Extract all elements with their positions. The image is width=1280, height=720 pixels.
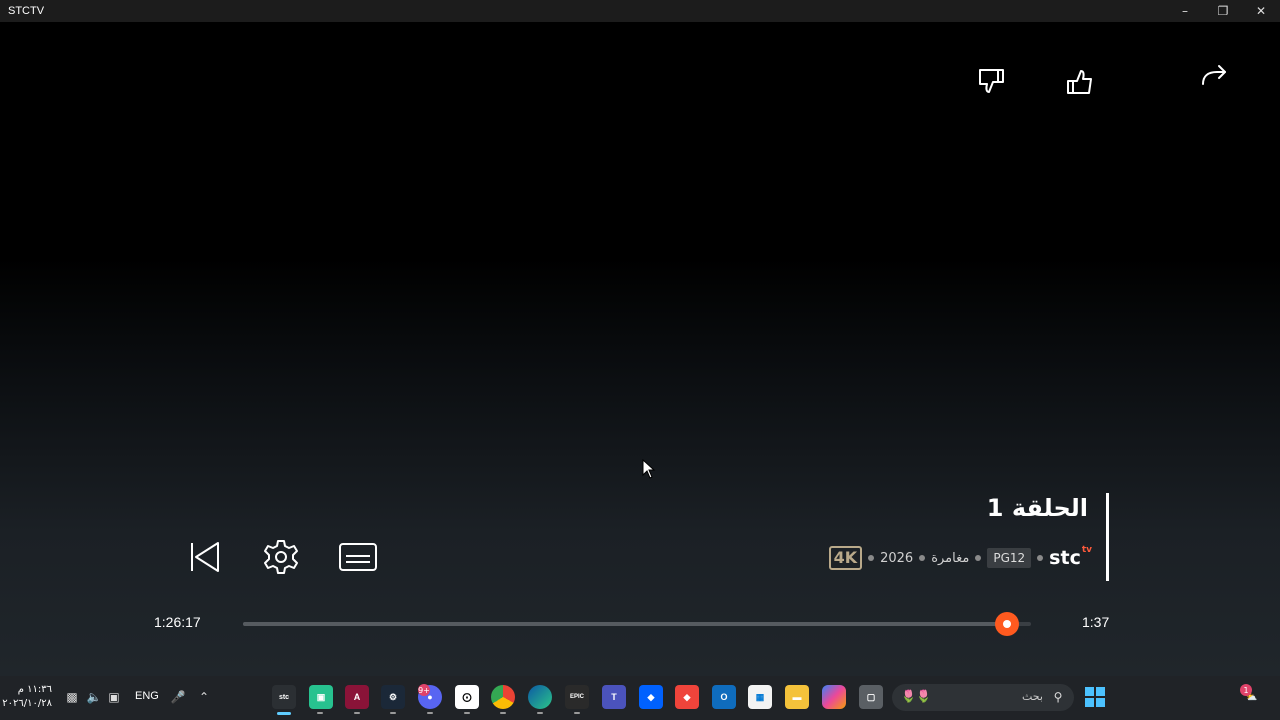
minimize-button[interactable]: –: [1166, 0, 1204, 22]
running-indicator: [537, 712, 543, 714]
age-rating-badge: PG12: [987, 548, 1032, 568]
mouse-cursor-icon: [642, 458, 656, 483]
search-icon: ⚲: [1053, 690, 1063, 704]
progress-fill: [243, 622, 1008, 626]
epic-games-taskbar-icon[interactable]: EPIC: [565, 685, 589, 709]
affinity-taskbar-icon[interactable]: A: [345, 685, 369, 709]
running-indicator: [500, 712, 506, 714]
minimize-icon: –: [1182, 4, 1188, 18]
running-indicator: [574, 712, 580, 714]
stctv-logo: stc tv: [1049, 545, 1092, 569]
restore-icon: ❐: [1217, 4, 1229, 18]
discord-badge: 9+: [418, 684, 430, 696]
close-button[interactable]: ✕: [1242, 0, 1280, 22]
dropbox-taskbar-icon[interactable]: ◆: [639, 685, 663, 709]
clock-date: ٢٠٢٦/١٠/٢٨: [2, 698, 52, 709]
title-bar: STCTV – ❐ ✕: [0, 0, 1280, 22]
file-explorer-taskbar-icon[interactable]: ▬: [785, 685, 809, 709]
copilot-taskbar-icon[interactable]: [822, 685, 846, 709]
meta-separator: [919, 555, 926, 561]
steam-taskbar-icon[interactable]: ⚙: [381, 685, 405, 709]
microphone-icon[interactable]: 🎤: [170, 689, 186, 705]
network-icon[interactable]: ▣: [106, 689, 122, 705]
year-label: 2026: [880, 550, 914, 566]
anydesk-taskbar-icon[interactable]: ◆: [675, 685, 699, 709]
tulips-icon: 🌷🌷: [901, 689, 931, 703]
outlook-taskbar-icon[interactable]: O: [712, 685, 736, 709]
restore-button[interactable]: ❐: [1204, 0, 1242, 22]
windows-start-icon[interactable]: [1083, 685, 1107, 709]
running-indicator: [390, 712, 396, 714]
share-icon: [1202, 65, 1226, 85]
subtitles-button[interactable]: [336, 535, 380, 579]
language-indicator[interactable]: ENG: [135, 690, 159, 702]
tray-clock[interactable]: ١١:٣٦ م ٢٠٢٦/١٠/٢٨: [2, 683, 52, 711]
notification-badge: 1: [1240, 684, 1252, 696]
capcut-taskbar-icon[interactable]: ⨀: [455, 685, 479, 709]
chrome-taskbar-icon[interactable]: [491, 685, 515, 709]
logo-tv: tv: [1081, 545, 1092, 555]
battery-icon[interactable]: ▩: [64, 689, 80, 705]
chevron-up-icon[interactable]: ⌃: [196, 689, 212, 705]
teams-taskbar-icon[interactable]: T: [602, 685, 626, 709]
previous-episode-icon: [191, 542, 219, 572]
search-placeholder: بحث: [1022, 690, 1043, 703]
episode-title: الحلقة 1: [986, 494, 1088, 522]
dislike-button[interactable]: [971, 61, 1011, 101]
clock-time: ١١:٣٦ م: [17, 684, 52, 695]
genre-label: مغامرة: [931, 550, 970, 566]
meta-separator: [1037, 555, 1044, 561]
meta-separator: [975, 555, 982, 561]
remaining-time: 1:37: [1082, 614, 1110, 630]
app-taskbar-icon[interactable]: ▣: [309, 685, 333, 709]
settings-button[interactable]: [259, 535, 303, 579]
app-title: STCTV: [8, 5, 45, 17]
progress-track[interactable]: [243, 622, 1031, 626]
share-button[interactable]: [1194, 55, 1234, 95]
previous-episode-button[interactable]: [182, 535, 226, 579]
logo-text: stc: [1049, 547, 1081, 569]
meta-separator: [868, 555, 875, 561]
dislike-icon: [979, 69, 1004, 93]
active-app-indicator: [277, 712, 291, 715]
like-button[interactable]: [1060, 62, 1100, 102]
windows-sandbox-taskbar-icon[interactable]: ▢: [859, 685, 883, 709]
elapsed-time: 1:26:17: [154, 614, 201, 630]
running-indicator: [427, 712, 433, 714]
subtitles-icon: [339, 543, 377, 571]
edge-taskbar-icon[interactable]: [528, 685, 552, 709]
settings-icon: [264, 540, 298, 574]
info-divider: [1106, 493, 1109, 581]
running-indicator: [354, 712, 360, 714]
like-icon: [1067, 70, 1092, 94]
quality-badge: 4K: [828, 546, 863, 570]
running-indicator: [464, 712, 470, 714]
close-icon: ✕: [1255, 4, 1267, 18]
store-taskbar-icon[interactable]: ▦: [748, 685, 772, 709]
volume-icon[interactable]: 🔈: [86, 689, 102, 705]
window-controls: – ❐ ✕: [1166, 0, 1280, 22]
episode-meta: stc tv PG12 مغامرة 2026 4K: [828, 544, 1092, 572]
running-indicator: [317, 712, 323, 714]
stctv-taskbar-icon[interactable]: stc: [272, 685, 296, 709]
